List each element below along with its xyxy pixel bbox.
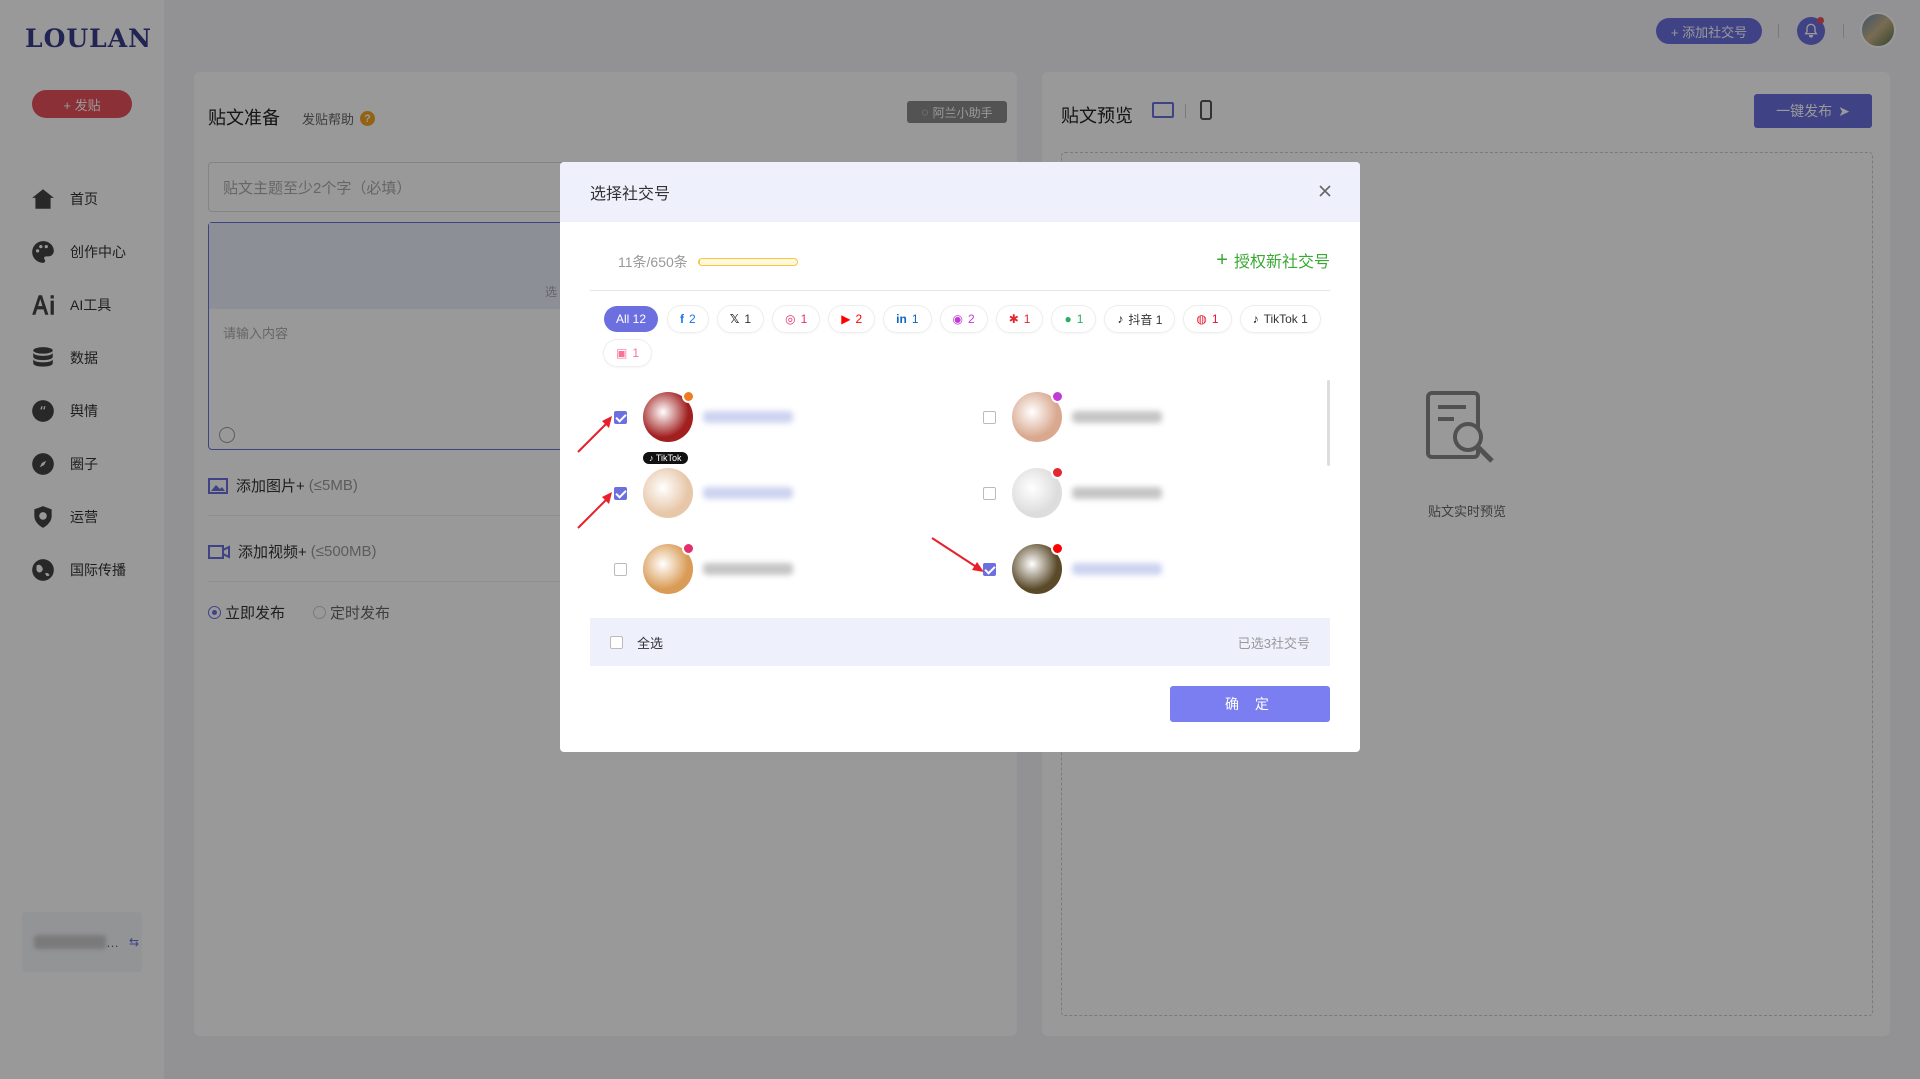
- filter-chip[interactable]: ● 1: [1052, 306, 1096, 332]
- filter-chip-count: 2: [689, 312, 696, 326]
- quota-indicator: 11条/650条: [618, 252, 798, 272]
- account-checkbox[interactable]: [614, 562, 627, 576]
- filter-chip[interactable]: ◎ 1: [773, 306, 820, 332]
- filter-chip-count: 1: [1076, 312, 1084, 326]
- platform-icon: 𝕏: [729, 312, 740, 326]
- platform-filter-chips: All 12 f 2 𝕏 1 ◎ 1 ▶ 2 in 1 ◉ 2 ✱ 1 ● 1 ♪ 抖音 1 ◍ 1 ♪ TikTok 1 ▣…: [604, 306, 1324, 366]
- account-item[interactable]: [983, 542, 1162, 594]
- platform-icon: ▣: [616, 346, 628, 360]
- filter-chip-count: 1: [1023, 312, 1031, 326]
- filter-chip[interactable]: in 1: [884, 306, 931, 332]
- authorize-label: 授权新社交号: [1233, 254, 1330, 271]
- filter-chip[interactable]: ✱ 1: [996, 306, 1043, 332]
- filter-chip[interactable]: ♪ 抖音 1: [1105, 306, 1175, 332]
- filter-chip-count: 1: [632, 346, 640, 360]
- select-account-modal: 选择社交号 11条/650条 + 授权新社交号 All 12 f 2 𝕏 1 ◎ 1 ▶ 2 in 1…: [560, 162, 1360, 752]
- filter-chip-count: 1: [1211, 312, 1219, 326]
- quota-bar: [697, 258, 798, 266]
- account-item[interactable]: [614, 390, 793, 442]
- select-all-label[interactable]: 全选: [637, 633, 663, 652]
- plus-icon: +: [1216, 248, 1228, 271]
- account-checkbox[interactable]: [983, 486, 996, 500]
- platform-badge-icon: [682, 390, 695, 403]
- platform-icon: ◉: [952, 312, 964, 326]
- filter-chip-count: 1: [744, 312, 752, 326]
- platform-icon: in: [896, 312, 907, 326]
- quota-bar-fill: [698, 259, 701, 265]
- filter-chip-count: 1: [911, 312, 919, 326]
- filter-chip[interactable]: ♪ TikTok 1: [1240, 306, 1320, 332]
- platform-badge-icon: [1051, 390, 1064, 403]
- select-all-checkbox[interactable]: [610, 635, 623, 649]
- account-item[interactable]: [983, 390, 1162, 442]
- account-avatar: [1012, 390, 1064, 442]
- platform-badge-icon: [682, 542, 695, 555]
- account-name: [703, 487, 793, 499]
- platform-icon: ♪: [1117, 312, 1124, 326]
- account-avatar: [643, 542, 695, 594]
- scrollbar[interactable]: [1327, 380, 1330, 466]
- account-checkbox[interactable]: [983, 410, 996, 424]
- filter-chip[interactable]: ◉ 2: [940, 306, 987, 332]
- account-item[interactable]: [614, 542, 793, 594]
- account-item[interactable]: [983, 466, 1162, 518]
- platform-icon: ◎: [785, 312, 796, 326]
- selected-count: 已选3社交号: [1237, 635, 1310, 651]
- account-list: ♪ TikTok: [604, 384, 1324, 614]
- platform-badge-icon: [1051, 466, 1064, 479]
- authorize-account-link[interactable]: + 授权新社交号: [1216, 248, 1330, 272]
- filter-chip[interactable]: ◍ 1: [1184, 306, 1231, 332]
- annotation-arrow: [931, 537, 984, 572]
- account-avatar: [643, 390, 695, 442]
- filter-chip-count: 抖音 1: [1128, 312, 1163, 327]
- filter-chip[interactable]: 𝕏1: [717, 306, 764, 332]
- filter-chip-count: 1: [800, 312, 808, 326]
- annotation-arrow: [577, 492, 612, 529]
- account-name: [1072, 411, 1162, 423]
- platform-icon: ♪: [1252, 312, 1259, 326]
- platform-badge-icon: [1051, 542, 1064, 555]
- platform-icon: ◍: [1196, 312, 1207, 326]
- account-name: [1072, 563, 1162, 575]
- account-item[interactable]: ♪ TikTok: [614, 452, 793, 518]
- platform-icon: ▶: [841, 312, 851, 326]
- filter-chip-count: 2: [855, 312, 863, 326]
- account-avatar: ♪ TikTok: [643, 452, 693, 518]
- platform-icon: f: [680, 312, 685, 326]
- platform-icon: ●: [1064, 312, 1072, 326]
- quota-text: 11条/650条: [618, 254, 688, 270]
- account-avatar: [1012, 466, 1064, 518]
- close-icon[interactable]: [1316, 182, 1334, 200]
- account-avatar: [1012, 542, 1064, 594]
- filter-chip-all[interactable]: All 12: [604, 306, 659, 332]
- account-name: [1072, 487, 1162, 499]
- filter-chip-count: TikTok 1: [1263, 312, 1308, 326]
- modal-title: 选择社交号: [590, 186, 671, 203]
- filter-chip[interactable]: ▣ 1: [604, 340, 652, 366]
- filter-chip[interactable]: f2: [668, 306, 708, 332]
- select-all-bar: 全选 已选3社交号: [590, 618, 1330, 666]
- tiktok-tag: ♪ TikTok: [643, 452, 688, 464]
- divider: [590, 290, 1330, 291]
- platform-icon: ✱: [1008, 312, 1019, 326]
- filter-chip-count: 2: [968, 312, 975, 326]
- filter-chip[interactable]: ▶ 2: [829, 306, 875, 332]
- confirm-button[interactable]: 确 定: [1170, 686, 1330, 722]
- account-name: [703, 563, 793, 575]
- modal-header: 选择社交号: [560, 162, 1360, 222]
- filter-chip-count: All 12: [616, 312, 647, 326]
- annotation-arrow: [577, 416, 612, 453]
- account-name: [703, 411, 793, 423]
